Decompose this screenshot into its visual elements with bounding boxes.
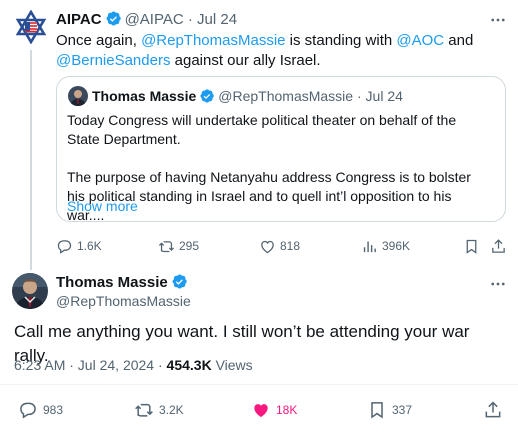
tweet1-separator: · bbox=[187, 11, 193, 28]
tweet2-timestamp[interactable]: 6:23 AM · Jul 24, 2024 · bbox=[14, 357, 167, 373]
mention-berniesanders[interactable]: @BernieSanders bbox=[56, 52, 170, 69]
tweet1-reply-count: 1.6K bbox=[77, 239, 102, 253]
tweet1-header: AIPAC @AIPAC · Jul 24 bbox=[56, 10, 237, 30]
massie-avatar[interactable] bbox=[12, 273, 48, 309]
verified-badge-icon bbox=[172, 274, 187, 289]
tweet2-name-row: Thomas Massie bbox=[56, 273, 191, 293]
tweet2-repost-count: 3.2K bbox=[159, 403, 184, 417]
tweet1-date[interactable]: Jul 24 bbox=[197, 11, 237, 28]
repost-icon bbox=[135, 403, 153, 417]
bookmark-icon bbox=[466, 239, 477, 254]
tweet1-bookmark-button[interactable] bbox=[463, 236, 484, 256]
views-icon bbox=[363, 241, 376, 252]
mention-repthomasmassie[interactable]: @RepThomasMassie bbox=[141, 32, 285, 49]
show-more-link[interactable]: Show more bbox=[67, 197, 138, 216]
quoted-author-avatar bbox=[68, 86, 88, 106]
tweet2-bookmark-count: 337 bbox=[392, 403, 413, 417]
quoted-author-name[interactable]: Thomas Massie bbox=[92, 86, 196, 106]
tweet2-author-handle[interactable]: @RepThomasMassie bbox=[56, 292, 191, 310]
star-of-david-logo-icon bbox=[15, 9, 47, 45]
thread-connector-line bbox=[30, 50, 32, 270]
verified-badge-icon bbox=[106, 11, 121, 26]
share-icon bbox=[492, 238, 505, 253]
tweet2-views-count: 454.3K bbox=[166, 357, 212, 373]
aipac-avatar[interactable] bbox=[14, 9, 48, 45]
tweet1-text-part: and bbox=[444, 32, 474, 49]
tweet1-author-name[interactable]: AIPAC bbox=[56, 11, 102, 28]
tweet2-reply-count: 983 bbox=[43, 403, 64, 417]
tweet1-text-part: against our ally Israel. bbox=[170, 52, 321, 69]
tweet2-reply-button[interactable]: 983 bbox=[18, 399, 63, 421]
bookmark-icon bbox=[371, 402, 383, 419]
quoted-author-handle: @RepThomasMassie bbox=[218, 88, 354, 104]
more-icon bbox=[491, 18, 505, 22]
quoted-date: Jul 24 bbox=[365, 88, 403, 104]
tweet2-repost-button[interactable]: 3.2K bbox=[134, 399, 184, 421]
like-icon bbox=[261, 240, 274, 253]
divider bbox=[0, 384, 518, 385]
quoted-separator: · bbox=[356, 88, 362, 104]
verified-badge-icon bbox=[200, 89, 215, 103]
tweet1-text: Once again, @RepThomasMassie is standing… bbox=[56, 31, 496, 71]
tweet2-share-button[interactable] bbox=[483, 399, 508, 421]
share-icon bbox=[485, 401, 501, 418]
tweet1-views-count: 396K bbox=[382, 239, 411, 253]
tweet2-meta: 6:23 AM · Jul 24, 2024 · 454.3K Views bbox=[14, 356, 253, 374]
tweet1-text-part: Once again, bbox=[56, 32, 142, 49]
tweet2-views-label: Views bbox=[211, 357, 253, 373]
tweet2-like-count: 18K bbox=[276, 403, 298, 417]
tweet1-share-button[interactable] bbox=[490, 236, 511, 256]
quoted-tweet-header: Thomas Massie @RepThomasMassie · Jul 24 bbox=[68, 86, 403, 106]
tweet2-bookmark-button[interactable]: 337 bbox=[367, 399, 412, 421]
tweet1-like-button[interactable]: 818 bbox=[259, 236, 300, 256]
reply-icon bbox=[20, 402, 36, 419]
quoted-paragraph-1: Today Congress will undertake political … bbox=[67, 112, 457, 147]
mention-aoc[interactable]: @AOC bbox=[396, 32, 444, 49]
tweet1-author-handle[interactable]: @AIPAC bbox=[125, 11, 184, 28]
tweet2-author-name[interactable]: Thomas Massie bbox=[56, 274, 168, 291]
repost-icon bbox=[158, 240, 175, 252]
tweet1-like-count: 818 bbox=[280, 239, 301, 253]
tweet1-reply-button[interactable]: 1.6K bbox=[56, 236, 102, 256]
tweet2-more-button[interactable] bbox=[489, 275, 507, 298]
more-icon bbox=[491, 282, 505, 286]
reply-icon bbox=[57, 239, 72, 254]
tweet1-repost-button[interactable]: 295 bbox=[158, 236, 199, 256]
tweet1-text-part: is standing with bbox=[285, 32, 397, 49]
like-icon bbox=[254, 404, 268, 418]
tweet2-like-button[interactable]: 18K bbox=[251, 399, 297, 421]
tweet1-views-button[interactable]: 396K bbox=[361, 236, 410, 256]
tweet1-repost-count: 295 bbox=[179, 239, 200, 253]
